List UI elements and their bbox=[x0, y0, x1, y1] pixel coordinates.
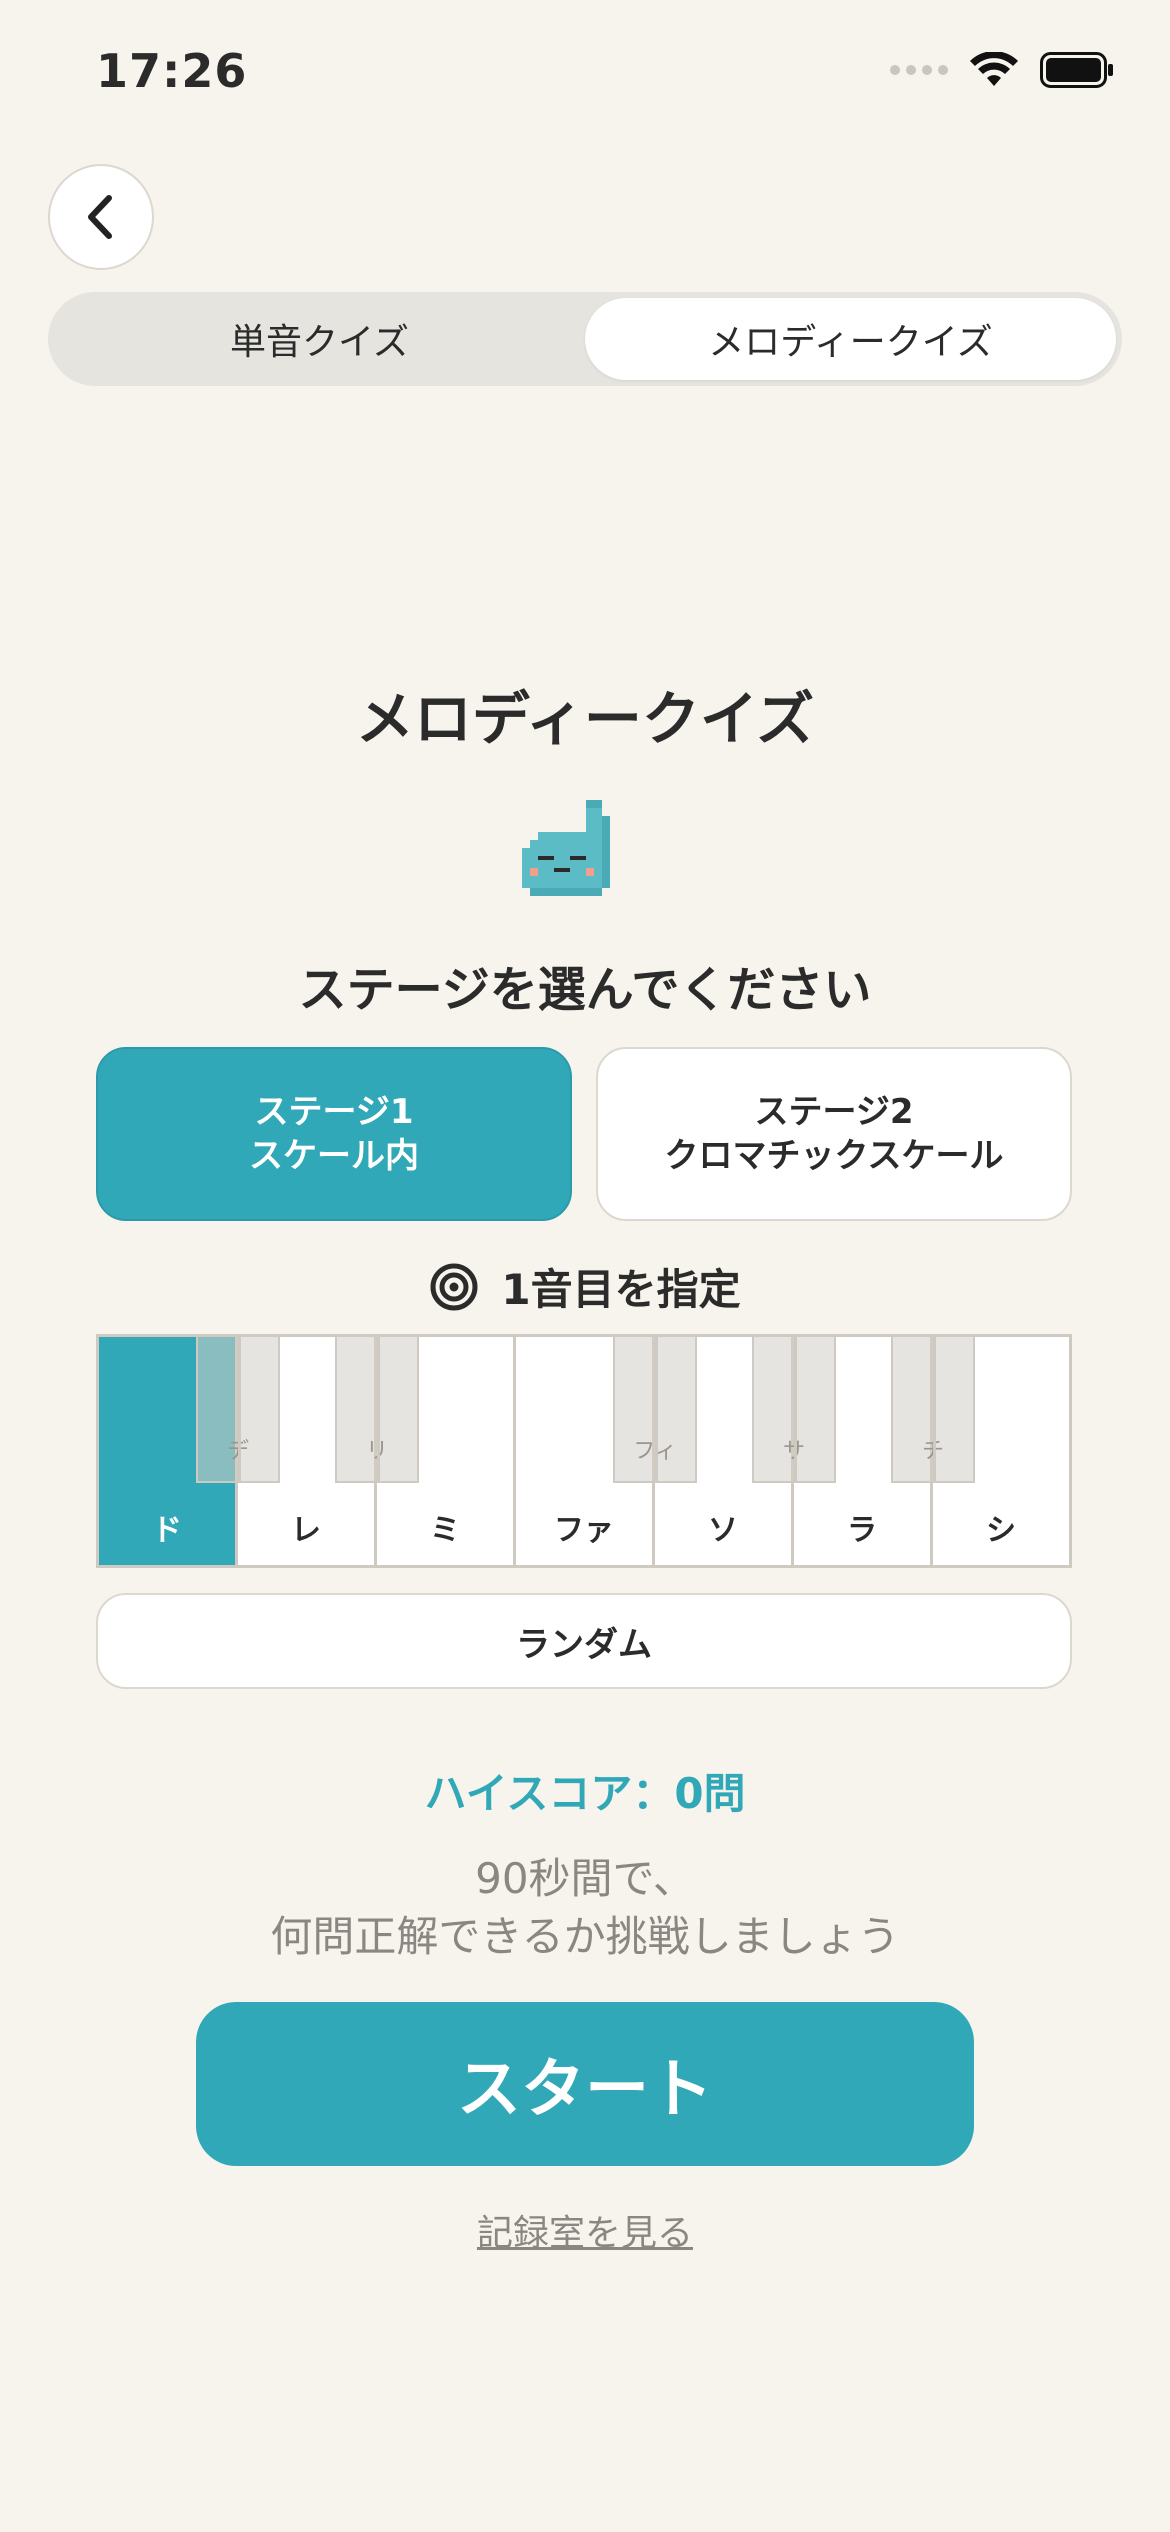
page-title: メロディークイズ bbox=[355, 685, 815, 753]
target-icon bbox=[430, 1263, 478, 1310]
black-key-de[interactable]: デ bbox=[196, 1337, 280, 1483]
status-time: 17:26 bbox=[96, 44, 248, 98]
stage-2-subtitle: クロマチックスケール bbox=[664, 1136, 1004, 1176]
key-label: ド bbox=[152, 1513, 182, 1548]
description-line-2: 何問正解できるか挑戦しましょう bbox=[270, 1912, 900, 1961]
black-key-sa[interactable]: サ bbox=[752, 1337, 836, 1483]
back-chevron-icon bbox=[88, 195, 112, 239]
status-icons bbox=[890, 52, 1114, 88]
mascot-icon bbox=[522, 800, 610, 896]
stage-1-subtitle: スケール内 bbox=[249, 1136, 419, 1176]
stage-2-card[interactable]: ステージ2 クロマチックスケール bbox=[596, 1047, 1072, 1221]
battery-icon bbox=[1040, 52, 1113, 88]
key-label: ミ bbox=[430, 1513, 460, 1548]
random-button[interactable]: ランダム bbox=[96, 1593, 1072, 1689]
back-button[interactable] bbox=[48, 164, 154, 270]
start-button[interactable]: スタート bbox=[196, 2002, 974, 2166]
stage-1-title: ステージ1 bbox=[254, 1092, 414, 1132]
signal-icon bbox=[890, 65, 948, 75]
quiz-type-tabs: 単音クイズ メロディークイズ bbox=[48, 292, 1122, 386]
tab-melody-quiz[interactable]: メロディークイズ bbox=[585, 298, 1116, 380]
stage-prompt: ステージを選んでください bbox=[298, 962, 872, 1018]
wifi-icon bbox=[970, 52, 1018, 86]
black-key-fi[interactable]: フィ bbox=[613, 1337, 697, 1483]
first-note-label: 1音目を指定 bbox=[501, 1265, 741, 1314]
tab-single-note-quiz[interactable]: 単音クイズ bbox=[54, 298, 585, 380]
description-line-1: 90秒間で、 bbox=[475, 1854, 695, 1903]
stage-2-title: ステージ2 bbox=[754, 1092, 914, 1132]
piano-keyboard: ド レ ミ ファ ソ ラ シ デ リ フィ サ チ bbox=[96, 1334, 1072, 1568]
key-label: ラ bbox=[847, 1513, 877, 1548]
first-note-header: 1音目を指定 bbox=[0, 1256, 1170, 1317]
key-label: レ bbox=[291, 1513, 321, 1548]
high-score: ハイスコア：0問 bbox=[424, 1769, 746, 1818]
key-label: ソ bbox=[708, 1513, 738, 1548]
black-key-chi[interactable]: チ bbox=[891, 1337, 975, 1483]
key-label: ファ bbox=[554, 1513, 614, 1548]
black-key-ri[interactable]: リ bbox=[335, 1337, 419, 1483]
stage-1-card[interactable]: ステージ1 スケール内 bbox=[96, 1047, 572, 1221]
key-label: シ bbox=[986, 1513, 1016, 1548]
records-link[interactable]: 記録室を見る bbox=[0, 2204, 1170, 2256]
description: 90秒間で、 何問正解できるか挑戦しましょう bbox=[0, 1850, 1170, 1966]
